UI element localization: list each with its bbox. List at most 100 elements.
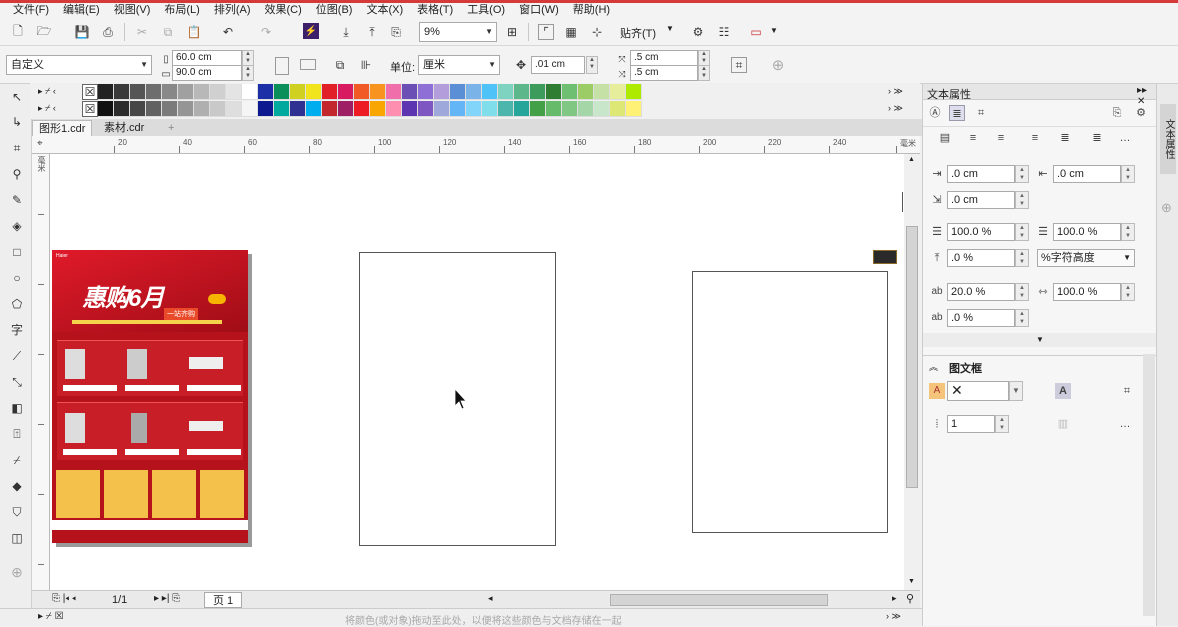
color-swatch[interactable]	[114, 84, 130, 100]
justify-icon[interactable]: ≣	[1057, 130, 1073, 146]
menu-table[interactable]: 表格(T)	[410, 3, 460, 18]
transparency-tool-icon[interactable]: ⍐	[9, 426, 25, 442]
menu-text[interactable]: 文本(X)	[359, 3, 410, 18]
menu-layout[interactable]: 布局(L)	[157, 3, 206, 18]
text-tool-icon[interactable]: 字	[9, 322, 25, 338]
duplicate-distance-y-field[interactable]: .5 cm	[630, 65, 698, 81]
color-swatch[interactable]	[530, 84, 546, 100]
page-width-spinner[interactable]: ▲ ▼	[242, 50, 254, 66]
color-swatch[interactable]	[402, 84, 418, 100]
character-icon[interactable]: Ⓐ	[927, 105, 943, 121]
print-icon[interactable]: ⎙	[100, 24, 116, 40]
color-swatch[interactable]	[514, 101, 530, 117]
crop-tool-icon[interactable]: ⌗	[9, 140, 25, 156]
color-swatch[interactable]	[146, 101, 162, 117]
drop-shadow-icon[interactable]: ◧	[9, 400, 25, 416]
all-pages-icon[interactable]: ⧉	[332, 57, 348, 73]
language-spacing-field[interactable]: .0 %	[947, 309, 1015, 327]
palette-scroll-right-icon[interactable]: › ≫	[888, 103, 903, 114]
vertical-ruler[interactable]: 毫米	[32, 154, 50, 590]
settings-icon[interactable]: ⚙	[1133, 105, 1149, 121]
color-swatch[interactable]	[402, 101, 418, 117]
color-swatch[interactable]	[386, 101, 402, 117]
color-swatch[interactable]	[178, 101, 194, 117]
color-swatch[interactable]	[418, 101, 434, 117]
color-swatch[interactable]	[306, 84, 322, 100]
mini-image-thumbnail[interactable]	[873, 250, 897, 264]
tab-document-1[interactable]: 图形1.cdr	[32, 120, 93, 136]
align-right-icon[interactable]: ≡	[1027, 130, 1043, 146]
grid-icon[interactable]: ▦	[563, 24, 579, 40]
left-indent-field[interactable]: .0 cm	[947, 165, 1015, 183]
color-swatch[interactable]	[322, 101, 338, 117]
dimension-tool-icon[interactable]: ⟋	[9, 348, 25, 364]
full-screen-icon[interactable]: ⊞	[504, 24, 520, 40]
copy-icon[interactable]: ⧉	[160, 24, 176, 40]
paragraph-spacing-field[interactable]: 100.0 %	[1053, 223, 1121, 241]
color-swatch[interactable]	[594, 84, 610, 100]
page-tab-1[interactable]: 页 1	[204, 592, 243, 608]
menu-effects[interactable]: 效果(C)	[258, 3, 309, 18]
smart-fill-icon[interactable]: ◈	[9, 218, 25, 234]
vertical-scrollbar[interactable]: ▲ ▼	[904, 154, 920, 590]
page-width-field[interactable]: 60.0 cm	[172, 50, 242, 66]
color-swatch[interactable]	[562, 101, 578, 117]
chevron-down-icon[interactable]: ▼	[770, 26, 778, 35]
redo-icon[interactable]: ↷	[258, 24, 274, 40]
color-swatch[interactable]	[418, 84, 434, 100]
color-swatch[interactable]	[274, 101, 290, 117]
no-color-swatch[interactable]: ☒	[82, 101, 98, 117]
color-swatch[interactable]	[194, 101, 210, 117]
frame-fill-dropdown[interactable]: ✕	[947, 381, 1009, 401]
duplicate-distance-x-field[interactable]: .5 cm	[630, 50, 698, 66]
current-page-icon[interactable]: ⊪	[358, 57, 374, 73]
menu-bitmaps[interactable]: 位图(B)	[309, 3, 360, 18]
freehand-tool-icon[interactable]: ✎	[9, 192, 25, 208]
palette-scroll-left-icon[interactable]: ▸ ⌿ ‹	[38, 103, 56, 114]
color-swatch[interactable]	[226, 84, 242, 100]
align-center-icon[interactable]: ≡	[993, 130, 1009, 146]
pick-tool-icon[interactable]: ↖	[9, 89, 25, 105]
color-swatch[interactable]	[610, 84, 626, 100]
color-swatch[interactable]	[434, 101, 450, 117]
page-height-spinner[interactable]: ▲ ▼	[242, 65, 254, 81]
add-tool-icon[interactable]: ⊕	[9, 564, 25, 580]
chevron-up-icon[interactable]: ︽	[929, 360, 938, 373]
color-swatch[interactable]	[546, 84, 562, 100]
color-swatch[interactable]	[338, 101, 354, 117]
align-none-icon[interactable]: ▤	[937, 130, 953, 146]
text-frame-icon[interactable]: A	[1055, 383, 1071, 399]
shape-tool-icon[interactable]: ↳	[9, 114, 25, 130]
menu-arrange[interactable]: 排列(A)	[207, 3, 258, 18]
nudge-spinner[interactable]: ▲ ▼	[586, 56, 598, 74]
color-swatch[interactable]	[242, 101, 258, 117]
color-swatch[interactable]	[130, 101, 146, 117]
paragraph-spacing-spinner[interactable]: ▲ ▼	[1121, 223, 1135, 241]
color-swatch[interactable]	[546, 101, 562, 117]
tab-document-2[interactable]: 素材.cdr	[98, 120, 150, 136]
scroll-right-icon[interactable]: ▸	[892, 593, 897, 604]
ellipse-tool-icon[interactable]: ○	[9, 270, 25, 286]
next-page-icon[interactable]: ▸ ▸| ⎘	[154, 593, 180, 604]
color-swatch[interactable]	[626, 101, 642, 117]
smart-fill-tool-icon[interactable]: ⛉	[9, 504, 25, 520]
color-swatch[interactable]	[258, 84, 274, 100]
chevron-down-icon[interactable]: ▼	[1009, 381, 1023, 401]
frame-icon[interactable]: ⌗	[973, 105, 989, 121]
import-icon[interactable]: ⤓	[338, 24, 354, 40]
color-swatch[interactable]	[370, 101, 386, 117]
eyedropper-tool-icon[interactable]: ⌿	[9, 452, 25, 468]
spacing-unit-dropdown[interactable]: %字符高度 ▼	[1037, 249, 1135, 267]
scroll-down-icon[interactable]: ▼	[908, 578, 915, 585]
color-swatch[interactable]	[466, 101, 482, 117]
color-swatch[interactable]	[482, 101, 498, 117]
right-indent-spinner[interactable]: ▲ ▼	[1121, 165, 1135, 183]
add-docker-icon[interactable]: ⊕	[1161, 200, 1172, 216]
color-swatch[interactable]	[498, 101, 514, 117]
palette-scroll-left-icon[interactable]: ▸ ⌿ ‹	[38, 86, 56, 97]
left-indent-spinner[interactable]: ▲ ▼	[1015, 165, 1029, 183]
color-swatch[interactable]	[338, 84, 354, 100]
color-swatch[interactable]	[434, 84, 450, 100]
color-swatch[interactable]	[194, 84, 210, 100]
ruler-origin-icon[interactable]: ⌖	[37, 138, 43, 149]
